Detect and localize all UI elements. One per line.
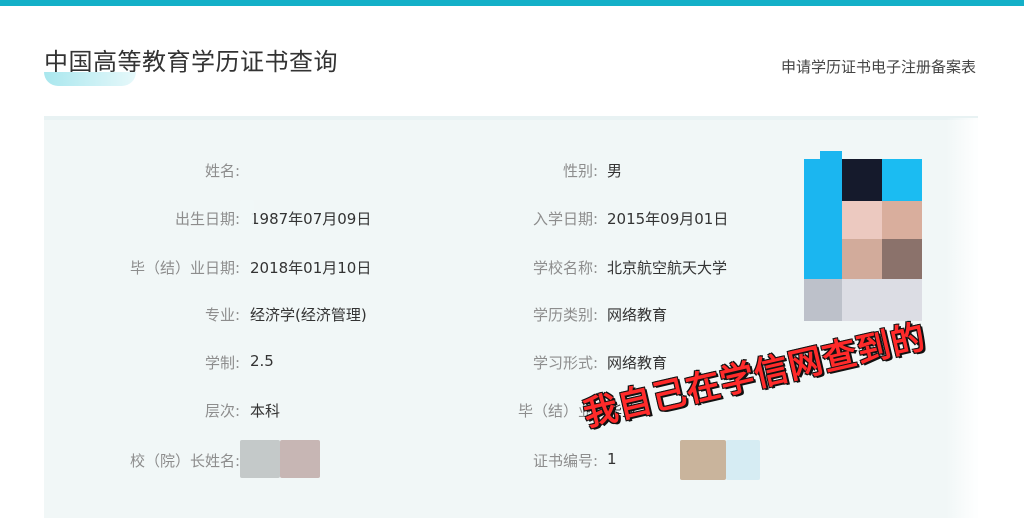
title-underline-decoration bbox=[44, 72, 136, 86]
cert-number-blur-right bbox=[726, 440, 760, 480]
education-type-label: 学历类别: bbox=[532, 306, 598, 324]
major-value: 经济学(经济管理) bbox=[250, 306, 367, 324]
register-form-link[interactable]: 申请学历证书电子注册备案表 bbox=[781, 56, 976, 77]
birth-date-value: 1987年07月09日 bbox=[250, 210, 372, 228]
level-value: 本科 bbox=[250, 402, 281, 420]
graduation-date-value: 2018年01月10日 bbox=[250, 259, 372, 277]
education-type-value: 网络教育 bbox=[607, 306, 668, 324]
name-label: 姓名: bbox=[204, 162, 240, 180]
cert-number-blur-left bbox=[680, 440, 726, 480]
study-form-label: 学习形式: bbox=[532, 354, 598, 372]
birth-year-blur bbox=[240, 200, 254, 230]
president-name-label: 校（院）长姓名: bbox=[129, 452, 240, 470]
gender-value: 男 bbox=[607, 162, 623, 180]
panel-top-edge bbox=[44, 116, 978, 120]
gender-label: 性别: bbox=[562, 162, 598, 180]
certificate-number-value: 1 bbox=[607, 450, 617, 468]
student-photo bbox=[804, 151, 922, 321]
right-edge-glare bbox=[946, 118, 1006, 518]
study-length-value: 2.5 bbox=[250, 352, 274, 370]
school-name-value: 北京航空航天大学 bbox=[607, 259, 728, 277]
school-name-label: 学校名称: bbox=[532, 259, 598, 277]
top-accent-bar bbox=[0, 0, 1024, 6]
enroll-date-label: 入学日期: bbox=[532, 210, 598, 228]
birth-date-label: 出生日期: bbox=[174, 210, 240, 228]
president-name-blur-right bbox=[280, 440, 320, 478]
level-label: 层次: bbox=[204, 402, 240, 420]
president-name-blur-left bbox=[240, 440, 280, 478]
certificate-number-label: 证书编号: bbox=[532, 452, 598, 470]
study-length-label: 学制: bbox=[204, 354, 240, 372]
major-label: 专业: bbox=[204, 306, 240, 324]
enroll-date-value: 2015年09月01日 bbox=[607, 210, 729, 228]
graduation-date-label: 毕（结）业日期: bbox=[129, 259, 240, 277]
